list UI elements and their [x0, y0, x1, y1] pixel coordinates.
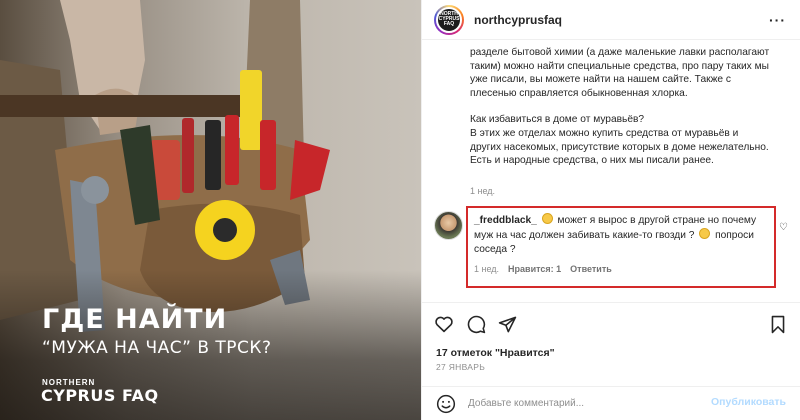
reply-button[interactable]: Ответить — [570, 264, 612, 274]
avatar-logo-line: FAQ — [443, 21, 455, 27]
caption-paragraph: В этих же отделах можно купить средства … — [470, 127, 769, 167]
smile-emoji-icon — [541, 213, 553, 224]
publish-button[interactable]: Опубликовать — [711, 396, 786, 408]
brand-label-big: CYPRUS FAQ — [41, 386, 159, 405]
post-header: NORTH CYPRUS FAQ northcyprusfaq ··· — [422, 0, 800, 40]
caption-paragraph: разделе бытовой химии (а даже маленькие … — [470, 47, 770, 99]
comment-input[interactable] — [468, 398, 698, 409]
avatar-logo: NORTH CYPRUS FAQ — [436, 6, 462, 33]
post-actions-bar — [422, 302, 800, 342]
comment-timestamp[interactable]: 1 нед. — [474, 264, 499, 274]
share-paper-plane-icon[interactable] — [498, 315, 517, 334]
author-avatar[interactable]: NORTH CYPRUS FAQ — [434, 4, 464, 35]
caption-question: Как избавиться в доме от муравьёв? — [470, 114, 645, 126]
comment-bubble-icon[interactable] — [467, 315, 486, 334]
post-likes-count[interactable]: 17 отметок "Нравится" — [436, 347, 555, 359]
upside-down-emoji-icon — [699, 227, 711, 239]
comment-likes-count[interactable]: Нравится: 1 — [508, 264, 561, 274]
image-headline: ГДЕ НАЙТИ — [42, 304, 228, 335]
post-date[interactable]: 27 ЯНВАРЬ — [436, 362, 485, 372]
post-image: ГДЕ НАЙТИ “МУЖА НА ЧАС” В ТРСК? NORTHERN… — [0, 0, 421, 420]
save-bookmark-icon[interactable] — [770, 315, 786, 334]
more-options-icon[interactable]: ··· — [769, 12, 786, 28]
like-heart-icon[interactable] — [434, 315, 454, 333]
comment-like-heart-icon[interactable]: ♡ — [779, 222, 788, 233]
caption-timestamp[interactable]: 1 нед. — [470, 186, 495, 196]
commenter-username[interactable]: _freddblack_ — [474, 215, 537, 226]
comment: _freddblack_ может я вырос в другой стра… — [474, 213, 772, 256]
comment-meta: 1 нед. Нравится: 1 Ответить — [474, 264, 612, 274]
image-subheadline: “МУЖА НА ЧАС” В ТРСК? — [42, 338, 272, 358]
author-username[interactable]: northcyprusfaq — [474, 13, 562, 27]
commenter-avatar[interactable] — [434, 211, 463, 240]
post-caption: разделе бытовой химии (а даже маленькие … — [470, 46, 770, 168]
post-panel: NORTH CYPRUS FAQ northcyprusfaq ··· разд… — [421, 0, 800, 420]
emoji-smiley-icon[interactable] — [436, 394, 456, 414]
